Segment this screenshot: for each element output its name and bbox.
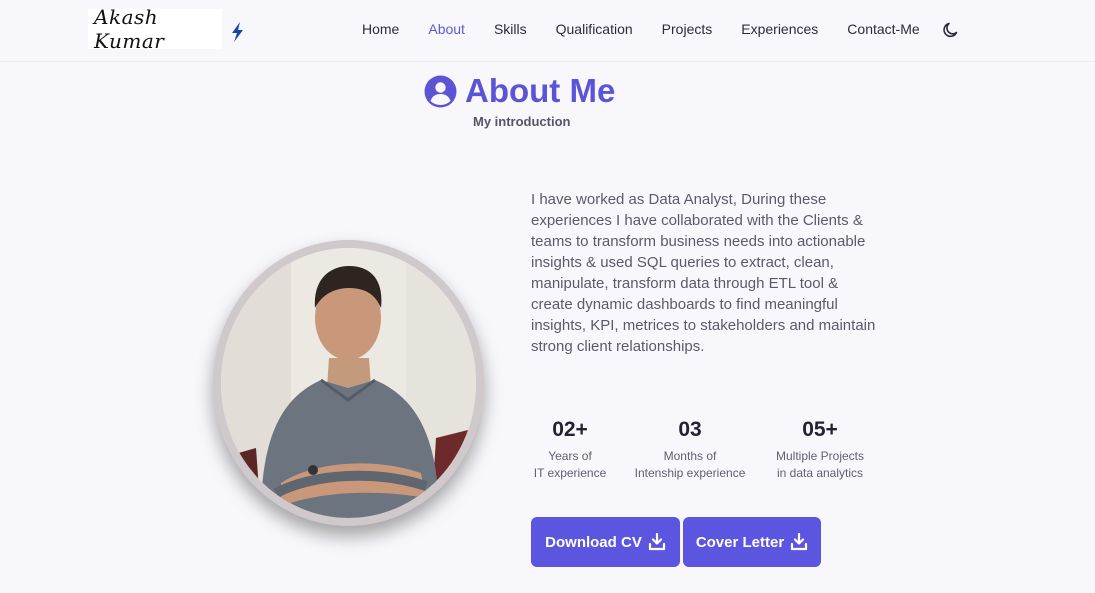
stat-label: Years of IT experience — [530, 448, 610, 482]
about-description: I have worked as Data Analyst, During th… — [531, 191, 876, 355]
profile-photo — [221, 248, 476, 518]
stat-months: 03 Months of Intenship experience — [626, 418, 754, 482]
profile-illustration — [221, 248, 476, 518]
stat-label-line2: IT experience — [533, 466, 607, 480]
nav-item-qualification[interactable]: Qualification — [556, 21, 633, 37]
stat-label: Multiple Projects in data analytics — [768, 448, 872, 482]
stat-label-line1: Years of — [548, 449, 592, 463]
cover-letter-label: Cover Letter — [695, 533, 785, 551]
main-nav: Home About Skills Qualification Projects… — [362, 19, 949, 39]
download-cv-button[interactable]: Download CV — [531, 517, 680, 567]
nav-item-experiences[interactable]: Experiences — [741, 21, 818, 37]
logo-signature: Akash Kumar — [94, 5, 165, 53]
download-icon — [791, 533, 808, 551]
profile-photo-frame — [213, 240, 484, 526]
lightning-bolt-icon — [232, 22, 243, 42]
stat-label: Months of Intenship experience — [626, 448, 754, 482]
page-title: About Me — [465, 72, 616, 109]
stat-projects: 05+ Multiple Projects in data analytics — [768, 418, 872, 482]
nav-item-contact[interactable]: Contact-Me — [847, 21, 919, 37]
cover-letter-button[interactable]: Cover Letter — [683, 517, 821, 567]
page-subtitle: My introduction — [473, 114, 571, 129]
nav-item-projects[interactable]: Projects — [662, 21, 713, 37]
site-header: Akash Kumar Home About Skills Qualificat… — [0, 0, 1095, 62]
stat-years: 02+ Years of IT experience — [530, 418, 610, 482]
stat-number: 02+ — [552, 418, 588, 441]
stat-label-line1: Multiple Projects — [775, 449, 865, 463]
download-icon — [648, 533, 665, 551]
stat-label-line1: Months of — [663, 449, 717, 463]
section-heading: About Me — [424, 71, 615, 111]
stat-label-line2: in data analytics — [776, 466, 864, 480]
moon-icon[interactable] — [942, 21, 960, 39]
nav-item-about[interactable]: About — [428, 21, 465, 37]
download-cv-label: Download CV — [545, 533, 642, 551]
logo[interactable]: Akash Kumar — [88, 5, 222, 53]
stat-number: 05+ — [802, 418, 838, 441]
stat-label-line2: Intenship experience — [634, 466, 746, 480]
stat-number: 03 — [678, 418, 702, 441]
user-circle-icon — [424, 75, 457, 107]
nav-item-skills[interactable]: Skills — [494, 21, 527, 37]
nav-item-home[interactable]: Home — [362, 21, 399, 37]
